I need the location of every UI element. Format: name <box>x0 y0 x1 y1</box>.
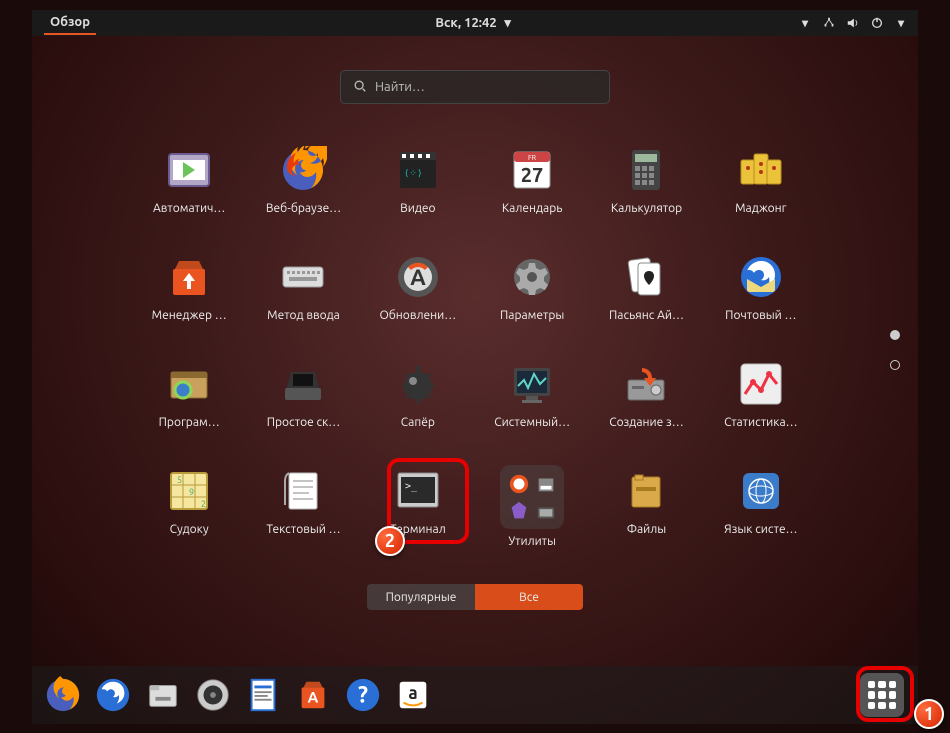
app-label: Почтовый … <box>725 309 796 322</box>
dock-thunderbird[interactable] <box>94 676 132 714</box>
app-label: Язык систе… <box>724 523 797 536</box>
app-mahjongg[interactable]: Маджонг <box>707 144 815 215</box>
annotation-callout-1: 1 <box>914 699 944 729</box>
app-input-method[interactable]: Метод ввода <box>249 251 357 322</box>
app-label: Параметры <box>500 309 564 322</box>
page-dot-1[interactable] <box>890 330 900 340</box>
app-label: Метод ввода <box>267 309 340 322</box>
chevron-down-icon: ▾ <box>894 16 908 30</box>
app-label: Файлы <box>627 523 666 536</box>
app-grid: Автоматич… Веб-браузе… ⟨⁘⟩ Видео FR27 Ка… <box>135 144 815 548</box>
app-aisleriot[interactable]: Пасьянс Ай… <box>592 251 700 322</box>
search-placeholder: Найти… <box>375 80 425 94</box>
svg-text:a: a <box>408 684 417 703</box>
svg-text:⟨⁘⟩: ⟨⁘⟩ <box>404 169 422 179</box>
svg-text:?: ? <box>358 683 368 708</box>
search-input[interactable]: Найти… <box>340 70 610 104</box>
svg-text:9: 9 <box>189 487 194 497</box>
volume-icon <box>846 16 860 30</box>
dock-files[interactable] <box>144 676 182 714</box>
app-sudoku[interactable]: 592 Судоку <box>135 465 243 548</box>
clock[interactable]: Вск, 12:42 ▾ <box>435 16 514 30</box>
app-label: Веб-браузе… <box>266 202 341 215</box>
app-locale[interactable]: Язык систе… <box>707 465 815 548</box>
app-label: Календарь <box>502 202 563 215</box>
app-label: Видео <box>400 202 435 215</box>
svg-text:>_: >_ <box>405 481 418 492</box>
app-calculator[interactable]: Калькулятор <box>592 144 700 215</box>
app-label: Текстовый … <box>266 523 340 536</box>
app-drivers[interactable]: Програм… <box>135 358 243 429</box>
dock-firefox[interactable] <box>44 676 82 714</box>
app-settings[interactable]: Параметры <box>478 251 586 322</box>
clock-label: Вск, 12:42 <box>435 16 496 30</box>
app-label: Системный… <box>494 416 570 429</box>
app-label: Програм… <box>159 416 220 429</box>
app-label: Простое ск… <box>267 416 341 429</box>
page-dot-2[interactable] <box>890 360 900 370</box>
app-monitor[interactable]: Системный… <box>478 358 586 429</box>
svg-text:FR: FR <box>528 154 537 162</box>
app-utilities-folder[interactable]: Утилиты <box>478 465 586 548</box>
page-indicator[interactable] <box>890 330 900 370</box>
app-software[interactable]: Менеджер … <box>135 251 243 322</box>
app-scanner[interactable]: Простое ск… <box>249 358 357 429</box>
dock-libreoffice-writer[interactable] <box>244 676 282 714</box>
chevron-down-icon: ▾ <box>798 16 812 30</box>
top-panel: Обзор Вск, 12:42 ▾ ▾ ▾ <box>32 10 918 36</box>
app-firefox[interactable]: Веб-браузе… <box>249 144 357 215</box>
app-calendar[interactable]: FR27 Календарь <box>478 144 586 215</box>
app-label: Менеджер … <box>152 309 227 322</box>
app-label: Маджонг <box>735 202 786 215</box>
show-apps-button[interactable] <box>860 673 904 717</box>
app-label: Судоку <box>170 523 209 536</box>
app-updater[interactable]: A Обновлени… <box>364 251 472 322</box>
app-files[interactable]: Файлы <box>592 465 700 548</box>
dock-amazon[interactable]: a <box>394 676 432 714</box>
app-label: Обновлени… <box>379 309 456 322</box>
svg-text:2: 2 <box>201 499 206 509</box>
desktop-screen: Обзор Вск, 12:42 ▾ ▾ ▾ Найти… <box>32 10 918 724</box>
app-videos[interactable]: ⟨⁘⟩ Видео <box>364 144 472 215</box>
chevron-down-icon: ▾ <box>501 16 515 30</box>
app-label: Сапёр <box>401 416 435 429</box>
app-autostart[interactable]: Автоматич… <box>135 144 243 215</box>
app-label: Создание з… <box>609 416 683 429</box>
dock-help[interactable]: ? <box>344 676 382 714</box>
folder-group-icon <box>500 465 564 529</box>
tab-frequent[interactable]: Популярные <box>367 584 475 610</box>
app-label: Автоматич… <box>153 202 225 215</box>
app-label: Статистика… <box>724 416 798 429</box>
app-label: Калькулятор <box>611 202 682 215</box>
app-view-tabs: Популярные Все <box>32 584 918 610</box>
dock-rhythmbox[interactable] <box>194 676 232 714</box>
app-mines[interactable]: Сапёр <box>364 358 472 429</box>
app-thunderbird[interactable]: Почтовый … <box>707 251 815 322</box>
app-gedit[interactable]: Текстовый … <box>249 465 357 548</box>
app-backup[interactable]: Создание з… <box>592 358 700 429</box>
app-label: Утилиты <box>508 535 556 548</box>
power-icon <box>870 16 884 30</box>
svg-text:A: A <box>308 689 319 706</box>
svg-text:27: 27 <box>521 163 544 186</box>
dock: A ? a <box>32 666 918 724</box>
annotation-callout-2: 2 <box>375 526 405 556</box>
dock-software[interactable]: A <box>294 676 332 714</box>
tab-all[interactable]: Все <box>475 584 583 610</box>
app-label: Пасьянс Ай… <box>609 309 684 322</box>
network-icon <box>822 16 836 30</box>
app-stats[interactable]: Статистика… <box>707 358 815 429</box>
search-icon <box>353 79 367 96</box>
activities-button[interactable]: Обзор <box>44 11 96 35</box>
system-tray[interactable]: ▾ ▾ <box>798 16 908 30</box>
svg-text:5: 5 <box>177 475 182 485</box>
